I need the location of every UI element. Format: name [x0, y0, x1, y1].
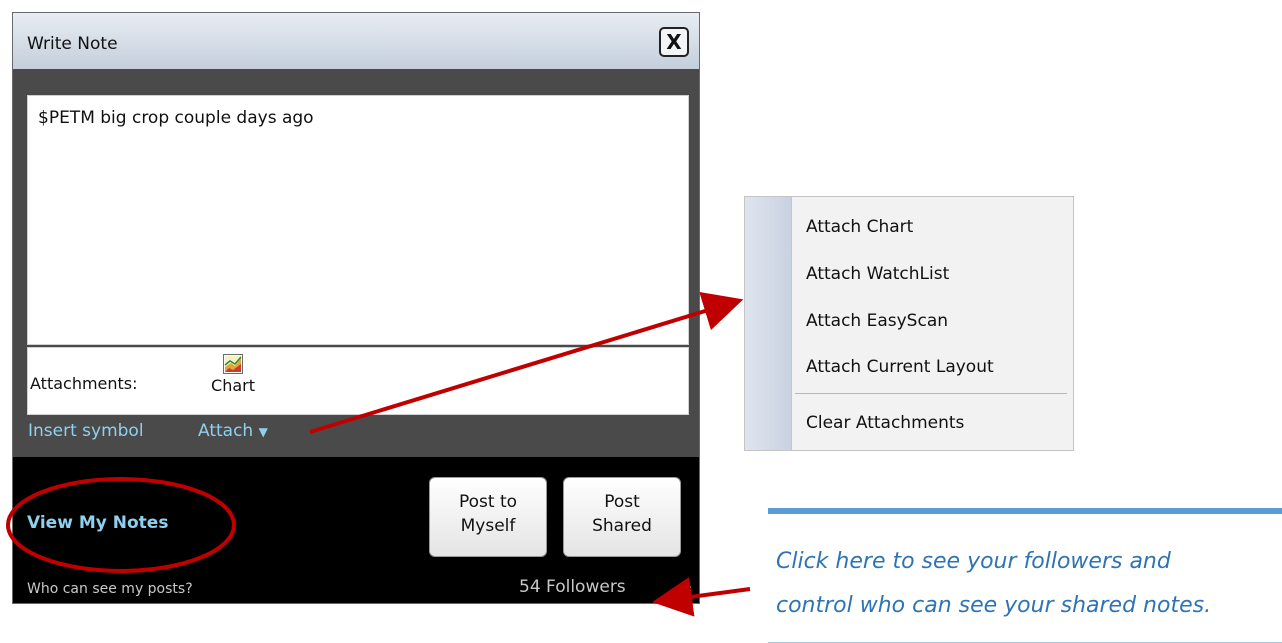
attach-arrow	[309, 291, 744, 434]
annotation-overlay	[6, 291, 751, 617]
view-notes-highlight-ellipse	[6, 477, 236, 573]
followers-arrow	[652, 576, 751, 617]
